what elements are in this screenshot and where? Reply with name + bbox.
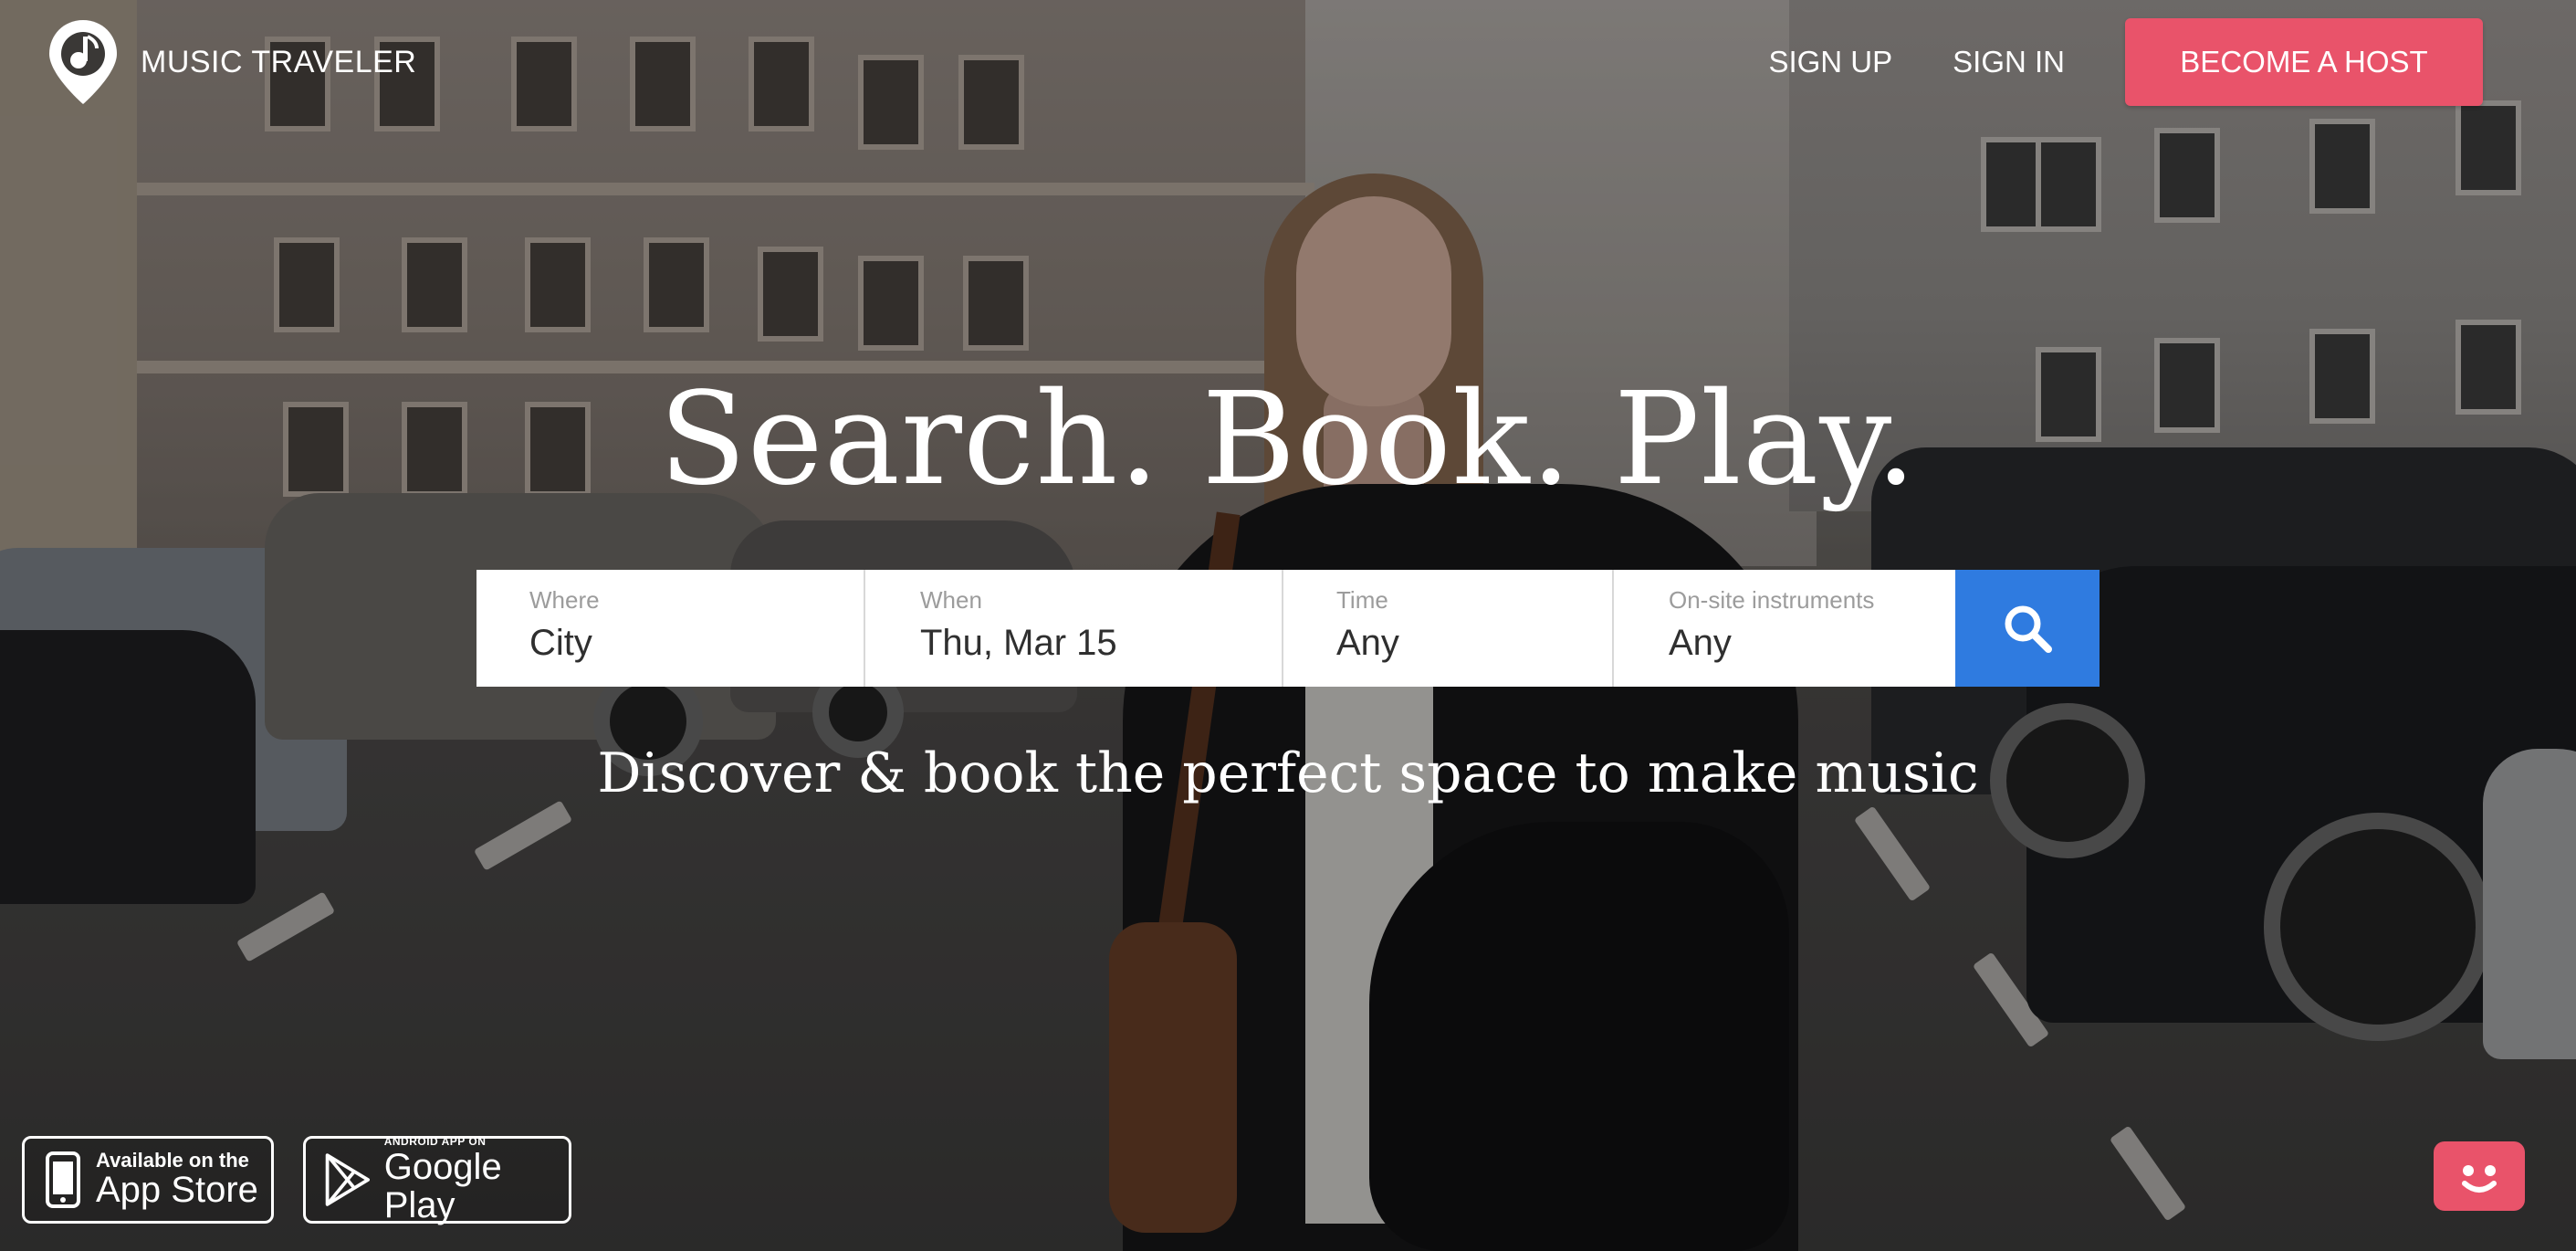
google-play-small-text: ANDROID APP ON	[383, 1135, 487, 1148]
instruments-label: On-site instruments	[1669, 586, 1875, 614]
brand-logo[interactable]: MUSIC TRAVELER	[47, 18, 416, 106]
chat-widget-button[interactable]	[2434, 1141, 2525, 1211]
where-label: Where	[529, 586, 600, 614]
app-store-big-text: App Store	[96, 1170, 258, 1210]
app-store-badge[interactable]: Available on the App Store	[22, 1136, 274, 1224]
time-label: Time	[1336, 586, 1388, 614]
when-field[interactable]: When Thu, Mar 15	[865, 570, 1283, 687]
time-field[interactable]: Time Any	[1283, 570, 1614, 687]
time-value: Any	[1336, 623, 1399, 663]
become-host-button[interactable]: BECOME A HOST	[2125, 18, 2483, 106]
app-store-small-text: Available on the	[96, 1149, 249, 1172]
music-pin-icon	[49, 20, 117, 104]
when-label: When	[920, 586, 982, 614]
hero-tagline: Discover & book the perfect space to mak…	[597, 741, 1979, 805]
when-value: Thu, Mar 15	[920, 623, 1117, 663]
search-icon	[2005, 605, 2052, 653]
instruments-value: Any	[1669, 623, 1732, 663]
where-field[interactable]: Where City	[476, 570, 865, 687]
brand-name: MUSIC TRAVELER	[141, 44, 417, 79]
sign-in-link[interactable]: SIGN IN	[1953, 45, 2065, 79]
phone-icon	[46, 1151, 80, 1208]
sign-up-link[interactable]: SIGN UP	[1768, 45, 1892, 79]
search-bar: Where City When Thu, Mar 15 Time Any On-…	[476, 570, 2100, 687]
instruments-field[interactable]: On-site instruments Any	[1614, 570, 1955, 687]
chat-smiley-icon	[2462, 1165, 2497, 1193]
google-play-big-text: Google Play	[383, 1147, 502, 1225]
hero-headline: Search. Book. Play.	[658, 365, 1918, 514]
where-value: City	[529, 623, 592, 663]
search-button[interactable]	[1955, 570, 2100, 687]
google-play-badge[interactable]: ANDROID APP ON Google Play	[303, 1135, 571, 1225]
google-play-icon	[325, 1153, 370, 1206]
top-nav: SIGN UP SIGN IN BECOME A HOST	[1768, 18, 2483, 106]
